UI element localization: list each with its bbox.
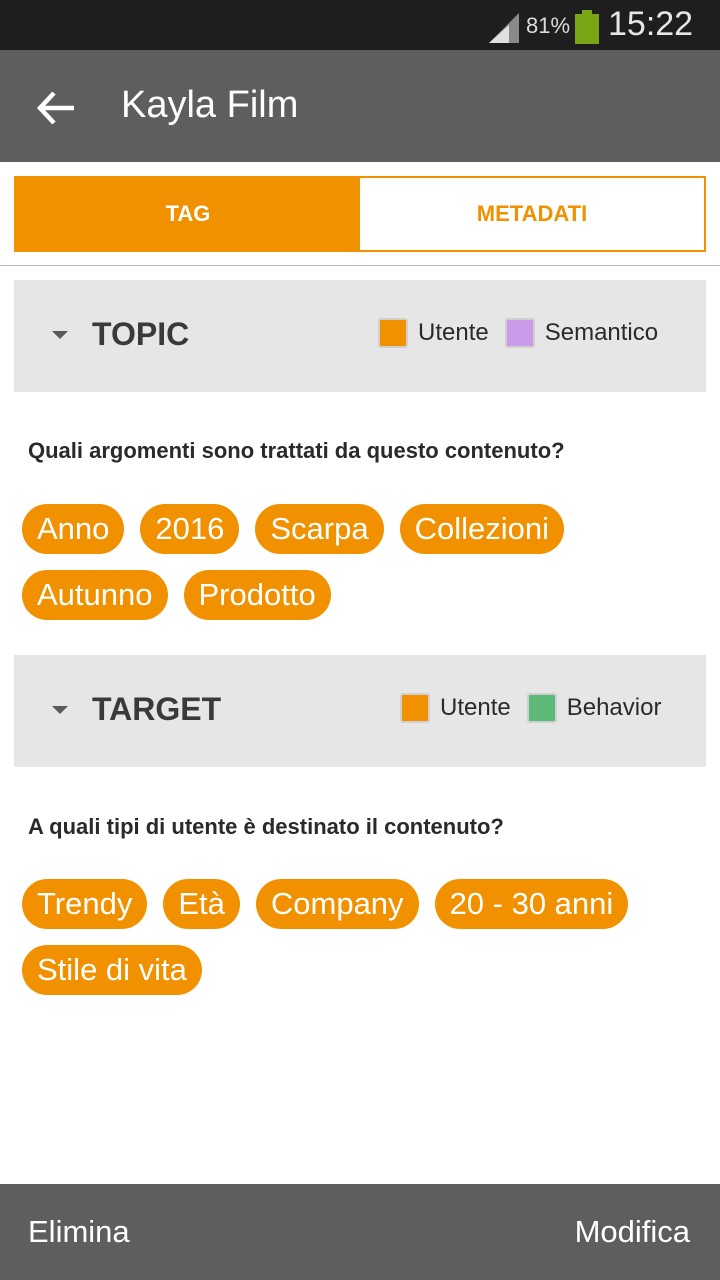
legend-swatch-utente	[378, 318, 408, 348]
signal-icon	[489, 13, 519, 43]
topic-tags: Anno 2016 Scarpa Collezioni Autunno Prod…	[22, 504, 702, 636]
tag-chip[interactable]: Scarpa	[255, 504, 384, 554]
status-bar: 81% 15:22	[0, 0, 720, 50]
clock: 15:22	[608, 5, 694, 43]
arrow-back-icon[interactable]	[30, 82, 82, 134]
bottom-action-bar: Elimina Modifica	[0, 1184, 720, 1280]
topic-legend: Utente Semantico	[378, 318, 674, 348]
tag-chip[interactable]: Autunno	[22, 570, 168, 620]
legend-label-semantico: Semantico	[544, 319, 659, 346]
tab-metadati[interactable]: METADATI	[360, 178, 704, 250]
legend-label-behavior: Behavior	[566, 694, 662, 721]
caret-down-icon[interactable]	[50, 328, 70, 342]
target-header[interactable]: TARGET Utente Behavior	[14, 655, 706, 767]
target-question: A quali tipi di utente è destinato il co…	[28, 814, 504, 839]
tag-chip[interactable]: Trendy	[22, 879, 148, 929]
topic-header[interactable]: TOPIC Utente Semantico	[14, 280, 706, 392]
topic-question: Quali argomenti sono trattati da questo …	[28, 438, 565, 463]
tag-chip[interactable]: 20 - 30 anni	[434, 879, 629, 929]
section-title-target: TARGET	[92, 691, 222, 727]
battery-icon	[575, 10, 599, 44]
tag-chip[interactable]: Anno	[22, 504, 125, 554]
section-title-topic: TOPIC	[92, 316, 190, 352]
tag-chip[interactable]: 2016	[140, 504, 240, 554]
delete-button[interactable]: Elimina	[28, 1214, 130, 1250]
target-tags: Trendy Età Company 20 - 30 anni Stile di…	[22, 879, 702, 1011]
page-title: Kayla Film	[121, 84, 299, 126]
caret-down-icon[interactable]	[50, 703, 70, 717]
tab-bar: TAG METADATI	[14, 176, 706, 252]
tag-chip[interactable]: Company	[255, 879, 419, 929]
legend-label-utente: Utente	[440, 694, 511, 721]
tag-chip[interactable]: Età	[163, 879, 240, 929]
divider	[0, 265, 720, 266]
legend-swatch-behavior	[526, 693, 557, 723]
tab-tag[interactable]: TAG	[16, 178, 360, 250]
legend-swatch-utente	[400, 693, 430, 723]
target-legend: Utente Behavior	[400, 693, 677, 723]
tag-chip[interactable]: Prodotto	[183, 570, 331, 620]
battery-percent: 81%	[526, 13, 571, 38]
legend-label-utente: Utente	[418, 319, 489, 346]
app-bar: Kayla Film	[0, 50, 720, 162]
tag-chip[interactable]: Stile di vita	[22, 945, 202, 995]
tag-chip[interactable]: Collezioni	[399, 504, 565, 554]
edit-button[interactable]: Modifica	[575, 1214, 690, 1250]
legend-swatch-semantico	[504, 318, 535, 348]
